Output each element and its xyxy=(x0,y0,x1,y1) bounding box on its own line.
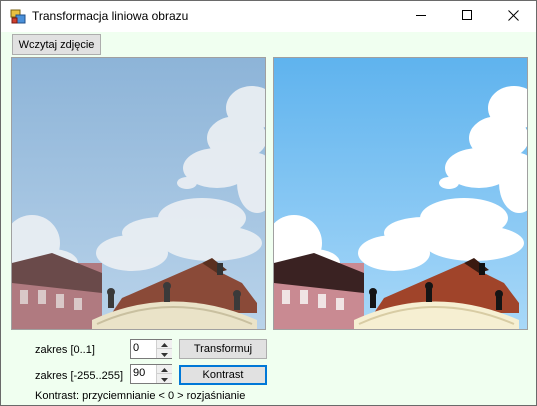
maximize-icon xyxy=(462,10,472,23)
range1-value[interactable]: 0 xyxy=(133,342,139,354)
maximize-button[interactable] xyxy=(444,1,490,32)
original-image xyxy=(11,57,266,330)
original-photo xyxy=(12,58,265,329)
range1-arrows xyxy=(156,340,172,358)
range2-label: zakres [-255..255] xyxy=(35,370,124,382)
range2-arrows xyxy=(156,365,172,383)
transform-button[interactable]: Transformuj xyxy=(179,339,267,359)
minimize-button[interactable] xyxy=(398,1,444,32)
title-bar[interactable]: Transformacja liniowa obrazu xyxy=(1,1,536,32)
close-icon xyxy=(507,9,519,24)
range1-stepper[interactable]: 0 xyxy=(130,339,172,359)
chevron-down-icon xyxy=(161,348,168,360)
client-area: Wczytaj zdjęcie zakres [0..1] 0 Transfor… xyxy=(1,32,536,405)
range1-label: zakres [0..1] xyxy=(35,344,95,356)
minimize-icon xyxy=(416,10,426,23)
close-button[interactable] xyxy=(490,1,536,32)
contrast-info-text: Kontrast: przyciemnianie < 0 > rozjaśnia… xyxy=(35,390,246,402)
load-image-button[interactable]: Wczytaj zdjęcie xyxy=(12,34,101,55)
range2-stepper[interactable]: 90 xyxy=(130,364,172,384)
transformed-image xyxy=(273,57,528,330)
app-window: Transformacja liniowa obrazu Wczytaj zdj… xyxy=(0,0,537,406)
window-title: Transformacja liniowa obrazu xyxy=(32,9,189,23)
range2-value[interactable]: 90 xyxy=(133,367,145,379)
range2-down-button[interactable] xyxy=(157,374,172,383)
app-icon[interactable] xyxy=(10,9,26,25)
contrast-button[interactable]: Kontrast xyxy=(179,365,267,385)
transformed-photo xyxy=(274,58,527,329)
chevron-down-icon xyxy=(161,373,168,385)
range1-down-button[interactable] xyxy=(157,349,172,358)
